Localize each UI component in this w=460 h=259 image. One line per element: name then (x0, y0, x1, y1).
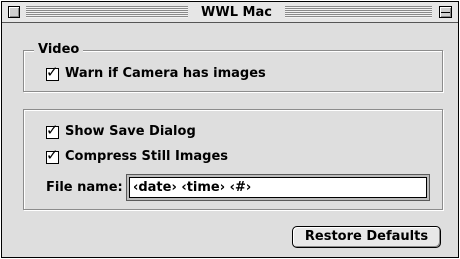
warn-camera-label: Warn if Camera has images (65, 66, 266, 81)
window-title: WWL Mac (188, 3, 285, 22)
file-name-field[interactable]: ‹date› ‹time› ‹#› (126, 174, 430, 201)
checkmark-icon: ✓ (46, 120, 59, 139)
collapse-box-icon[interactable] (439, 6, 452, 18)
title-bar-stripes-right (285, 6, 432, 18)
video-group-label: Video (34, 42, 84, 58)
compress-still-images-label: Compress Still Images (65, 149, 229, 164)
show-save-dialog-checkbox[interactable]: ✓ (46, 120, 59, 139)
warn-camera-checkbox-row[interactable]: ✓ Warn if Camera has images (46, 62, 266, 83)
title-bar-stripes-left (26, 6, 188, 18)
checkmark-icon: ✓ (46, 62, 59, 81)
compress-still-images-row[interactable]: ✓ Compress Still Images (46, 145, 229, 166)
show-save-dialog-label: Show Save Dialog (65, 124, 196, 139)
close-box-icon[interactable] (8, 6, 20, 18)
warn-camera-checkbox[interactable]: ✓ (46, 62, 59, 81)
preferences-window: WWL Mac Video ✓ Warn if Camera has image… (1, 1, 459, 258)
show-save-dialog-row[interactable]: ✓ Show Save Dialog (46, 120, 196, 141)
checkmark-icon: ✓ (46, 145, 59, 164)
file-name-label: File name: (46, 180, 123, 195)
compress-still-images-checkbox[interactable]: ✓ (46, 145, 59, 164)
file-name-value[interactable]: ‹date› ‹time› ‹#› (129, 177, 427, 198)
restore-defaults-button[interactable]: Restore Defaults (292, 226, 441, 248)
title-bar[interactable]: WWL Mac (2, 2, 458, 23)
